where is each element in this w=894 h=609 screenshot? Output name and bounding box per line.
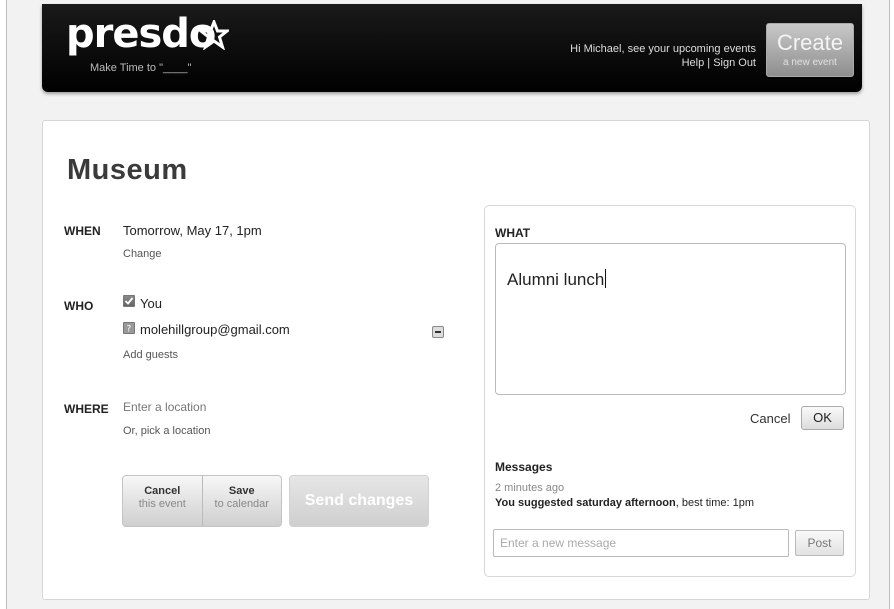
- event-action-group: Cancel this event Save to calendar: [122, 475, 282, 527]
- event-card: Museum WHEN Tomorrow, May 17, 1pm Change…: [42, 120, 870, 600]
- svg-text:?: ?: [127, 325, 132, 334]
- change-when-link[interactable]: Change: [123, 248, 162, 260]
- message-author: You: [495, 497, 515, 509]
- who-label: WHO: [64, 299, 94, 313]
- guest-you-name: You: [140, 296, 162, 311]
- what-ok-button[interactable]: OK: [801, 406, 844, 430]
- logo-text: presdo: [66, 11, 216, 57]
- message-item: You suggested saturday afternoon, best t…: [495, 497, 754, 509]
- what-panel: WHAT Alumni lunch Cancel OK Messages 2 m…: [484, 205, 856, 577]
- remove-guest-button[interactable]: [432, 326, 444, 338]
- header-links: Help | Sign Out: [682, 57, 756, 69]
- top-header: presdo Make Time to "____" Hi Michael, s…: [42, 4, 862, 92]
- where-label: WHERE: [64, 402, 109, 416]
- text-caret: [605, 269, 607, 288]
- pick-location-link[interactable]: Or, pick a location: [123, 425, 210, 437]
- guest-email-checkbox[interactable]: ?: [123, 322, 135, 334]
- send-changes-button[interactable]: Send changes: [289, 475, 429, 527]
- help-link[interactable]: Help: [682, 57, 705, 69]
- when-value: Tomorrow, May 17, 1pm: [123, 223, 262, 238]
- what-text: Alumni lunch: [507, 270, 605, 289]
- what-label: WHAT: [495, 226, 531, 240]
- save-label: Save: [228, 485, 255, 497]
- star-icon: [199, 20, 229, 50]
- new-message-input[interactable]: [493, 529, 789, 557]
- message-bold-text: suggested saturday afternoon: [518, 497, 676, 509]
- where-input[interactable]: Enter a location: [123, 400, 206, 414]
- create-event-button[interactable]: Create a new event: [766, 23, 854, 77]
- tagline: Make Time to "____": [90, 62, 192, 74]
- save-to-calendar-button[interactable]: Save to calendar: [201, 476, 282, 526]
- checkmark-icon: [124, 297, 134, 305]
- cancel-event-button[interactable]: Cancel this event: [123, 476, 202, 526]
- cancel-event-sublabel: this event: [138, 498, 186, 510]
- save-sublabel: to calendar: [214, 498, 269, 510]
- post-message-button[interactable]: Post: [795, 530, 844, 556]
- messages-heading: Messages: [495, 460, 553, 474]
- page-title: Museum: [67, 154, 188, 186]
- create-button-sublabel: a new event: [783, 57, 837, 68]
- when-label: WHEN: [64, 224, 101, 238]
- presdo-logo[interactable]: presdo: [66, 11, 229, 57]
- guest-email-name: molehillgroup@gmail.com: [140, 322, 290, 337]
- create-button-label: Create: [776, 30, 844, 55]
- what-cancel-link[interactable]: Cancel: [750, 411, 790, 426]
- message-timestamp: 2 minutes ago: [495, 482, 565, 494]
- sign-out-link[interactable]: Sign Out: [713, 57, 756, 69]
- message-rest-text: , best time: 1pm: [675, 497, 754, 509]
- question-icon: ?: [127, 325, 132, 334]
- what-textarea[interactable]: Alumni lunch: [495, 243, 846, 395]
- add-guests-link[interactable]: Add guests: [123, 349, 178, 361]
- guest-you-checkbox[interactable]: [123, 295, 135, 307]
- greeting-text: Hi Michael, see your upcoming events: [570, 43, 756, 55]
- cancel-event-label: Cancel: [144, 485, 181, 497]
